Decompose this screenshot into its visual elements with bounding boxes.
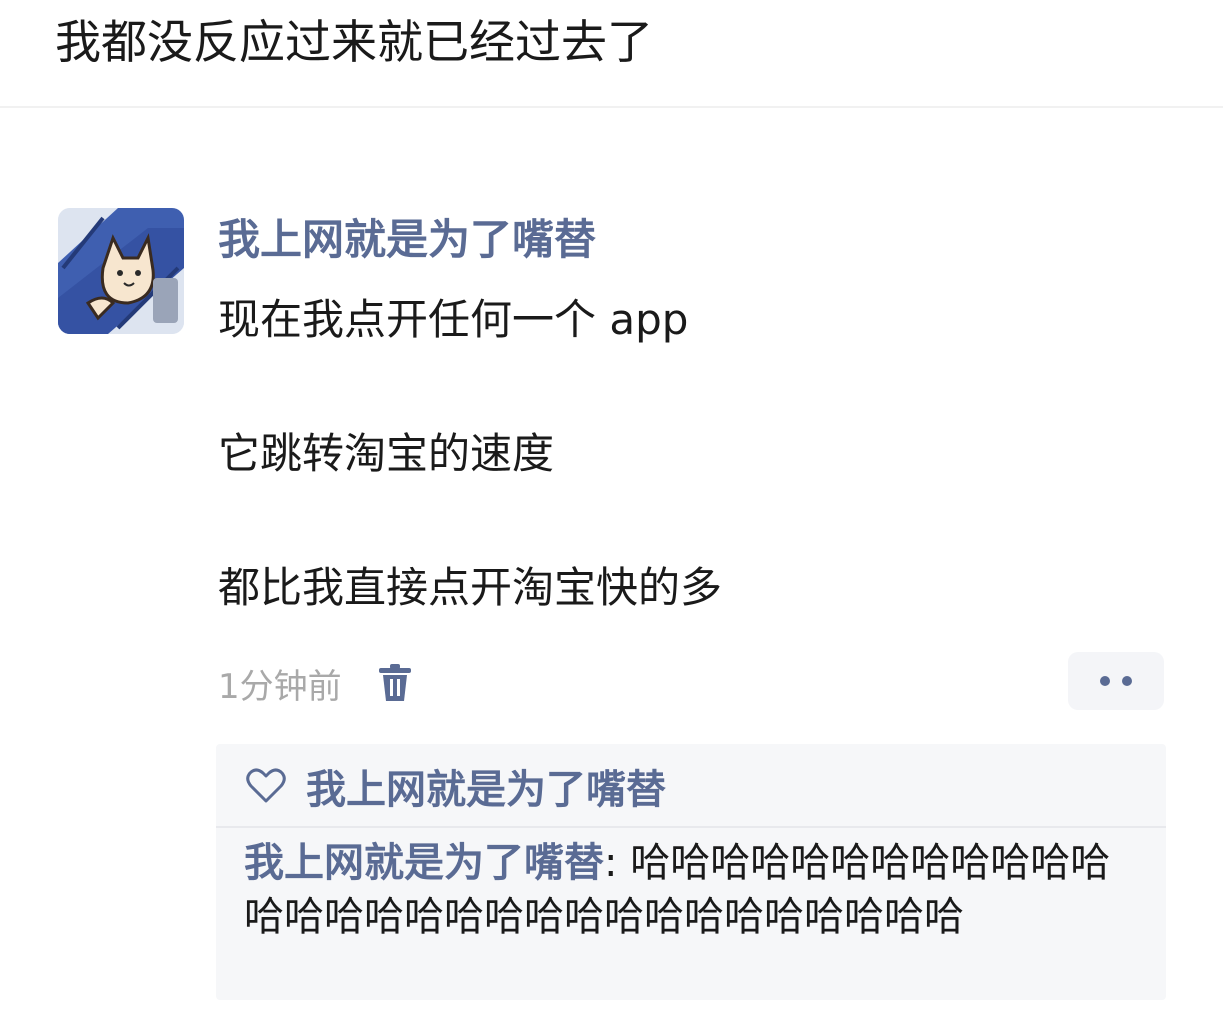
more-dots-icon	[1122, 676, 1132, 686]
post-text-line-3: 都比我直接点开淘宝快的多	[218, 563, 723, 612]
comment-item[interactable]: 我上网就是为了嘴替: 哈哈哈哈哈哈哈哈哈哈哈哈哈哈哈哈哈哈哈哈哈哈哈哈哈哈哈哈哈…	[244, 836, 1144, 944]
more-button[interactable]	[1068, 652, 1164, 710]
post-text-line-1: 现在我点开任何一个 app	[218, 295, 689, 344]
post-timestamp: 1分钟前	[218, 666, 342, 707]
post-meta: 1分钟前	[218, 658, 412, 708]
cat-avatar-icon	[58, 208, 184, 334]
liker-name[interactable]: 我上网就是为了嘴替	[306, 757, 666, 815]
comment-author[interactable]: 我上网就是为了嘴替	[244, 840, 604, 886]
caption-text: 我都没反应过来就已经过去了	[55, 15, 653, 69]
likes-comments-box: 我上网就是为了嘴替 我上网就是为了嘴替: 哈哈哈哈哈哈哈哈哈哈哈哈哈哈哈哈哈哈哈…	[216, 744, 1166, 1000]
more-dots-icon	[1100, 676, 1110, 686]
likes-row: 我上网就是为了嘴替	[246, 756, 666, 816]
avatar[interactable]	[58, 208, 184, 334]
heart-icon	[246, 768, 286, 804]
divider	[216, 826, 1166, 828]
post-text-line-2: 它跳转淘宝的速度	[218, 429, 555, 478]
comment-separator: :	[604, 840, 631, 886]
post-author-name[interactable]: 我上网就是为了嘴替	[218, 212, 596, 268]
screenshot-page: 我都没反应过来就已经过去了 我上网就是为了嘴替 现在我点开任何一个 app 它跳…	[0, 0, 1223, 1023]
trash-icon[interactable]	[378, 664, 412, 702]
